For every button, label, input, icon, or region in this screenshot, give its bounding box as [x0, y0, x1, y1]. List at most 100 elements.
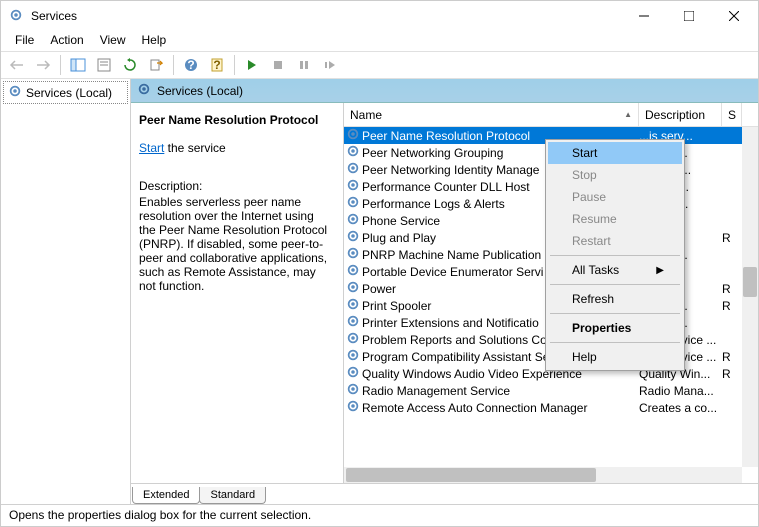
- ctx-separator: [550, 255, 680, 256]
- vertical-scroll-thumb[interactable]: [743, 267, 757, 297]
- start-service-button[interactable]: [240, 53, 264, 77]
- context-menu: Start Stop Pause Resume Restart All Task…: [545, 139, 685, 371]
- horizontal-scroll-thumb[interactable]: [346, 468, 596, 482]
- ctx-separator: [550, 313, 680, 314]
- help-topics-button[interactable]: ?: [205, 53, 229, 77]
- column-header-description[interactable]: Description: [639, 103, 722, 126]
- service-status-cell: R: [722, 299, 742, 313]
- toolbar-separator: [173, 55, 174, 75]
- detail-panel: Peer Name Resolution Protocol Start the …: [131, 103, 344, 483]
- service-gear-icon: [346, 263, 362, 280]
- service-gear-icon: [346, 314, 362, 331]
- service-gear-icon: [346, 212, 362, 229]
- ctx-restart[interactable]: Restart: [548, 230, 682, 252]
- service-status-cell: R: [722, 231, 742, 245]
- service-gear-icon: [346, 348, 362, 365]
- help-button[interactable]: ?: [179, 53, 203, 77]
- menu-help[interactable]: Help: [134, 31, 175, 51]
- menu-bar: File Action View Help: [1, 31, 758, 51]
- column-header-status[interactable]: S: [722, 103, 742, 126]
- service-gear-icon: [346, 178, 362, 195]
- services-tree-icon: [8, 84, 22, 101]
- column-status-label: S: [728, 108, 736, 122]
- toolbar-separator: [60, 55, 61, 75]
- status-bar: Opens the properties dialog box for the …: [1, 504, 758, 526]
- column-desc-label: Description: [645, 108, 705, 122]
- description-text: Enables serverless peer name resolution …: [139, 195, 333, 293]
- start-service-link[interactable]: Start: [139, 141, 164, 155]
- svg-text:?: ?: [187, 58, 194, 72]
- refresh-button[interactable]: [118, 53, 142, 77]
- tabs-bar: Extended Standard: [131, 483, 758, 504]
- sort-ascending-icon: ▲: [624, 110, 632, 119]
- service-desc-cell: Creates a co...: [639, 401, 722, 415]
- stop-service-button[interactable]: [266, 53, 290, 77]
- service-gear-icon: [346, 365, 362, 382]
- export-list-button[interactable]: [144, 53, 168, 77]
- ctx-all-tasks-label: All Tasks: [572, 263, 619, 277]
- service-gear-icon: [346, 246, 362, 263]
- ctx-resume[interactable]: Resume: [548, 208, 682, 230]
- minimize-button[interactable]: [621, 2, 666, 30]
- forward-button[interactable]: [31, 53, 55, 77]
- service-gear-icon: [346, 195, 362, 212]
- title-bar: Services: [1, 1, 758, 31]
- service-gear-icon: [346, 331, 362, 348]
- service-gear-icon: [346, 280, 362, 297]
- menu-action[interactable]: Action: [42, 31, 91, 51]
- tab-standard[interactable]: Standard: [199, 487, 266, 504]
- close-button[interactable]: [711, 2, 756, 30]
- pane-header: Services (Local): [131, 79, 758, 103]
- service-status-cell: R: [722, 367, 742, 381]
- service-gear-icon: [346, 229, 362, 246]
- tree-pane: Services (Local): [1, 79, 131, 504]
- services-app-icon: [9, 8, 25, 24]
- menu-file[interactable]: File: [7, 31, 42, 51]
- column-header-name[interactable]: Name ▲: [344, 103, 639, 126]
- toolbar-separator: [234, 55, 235, 75]
- service-gear-icon: [346, 161, 362, 178]
- list-header: Name ▲ Description S: [344, 103, 758, 127]
- service-name-cell: Remote Access Auto Connection Manager: [362, 401, 639, 415]
- ctx-help[interactable]: Help: [548, 346, 682, 368]
- show-hide-tree-button[interactable]: [66, 53, 90, 77]
- service-name-cell: Radio Management Service: [362, 384, 639, 398]
- window-title: Services: [31, 9, 621, 23]
- back-button[interactable]: [5, 53, 29, 77]
- horizontal-scrollbar[interactable]: [344, 467, 742, 483]
- maximize-button[interactable]: [666, 2, 711, 30]
- service-row[interactable]: Radio Management ServiceRadio Mana...: [344, 382, 758, 399]
- service-gear-icon: [346, 127, 362, 144]
- menu-view[interactable]: View: [92, 31, 134, 51]
- properties-button[interactable]: [92, 53, 116, 77]
- tab-extended[interactable]: Extended: [132, 487, 200, 504]
- service-row[interactable]: Remote Access Auto Connection ManagerCre…: [344, 399, 758, 416]
- ctx-properties[interactable]: Properties: [548, 317, 682, 339]
- toolbar: ? ?: [1, 51, 758, 79]
- ctx-separator: [550, 284, 680, 285]
- tree-root-item[interactable]: Services (Local): [3, 81, 128, 104]
- column-name-label: Name: [350, 108, 382, 122]
- service-gear-icon: [346, 297, 362, 314]
- ctx-separator: [550, 342, 680, 343]
- ctx-all-tasks[interactable]: All Tasks ▶: [548, 259, 682, 281]
- start-service-tail: the service: [164, 141, 225, 155]
- tree-root-label: Services (Local): [26, 86, 112, 100]
- ctx-stop[interactable]: Stop: [548, 164, 682, 186]
- start-service-line: Start the service: [139, 141, 333, 155]
- selected-service-name: Peer Name Resolution Protocol: [139, 113, 333, 127]
- ctx-start[interactable]: Start: [548, 142, 682, 164]
- service-gear-icon: [346, 399, 362, 416]
- service-desc-cell: Radio Mana...: [639, 384, 722, 398]
- pane-header-title: Services (Local): [157, 84, 243, 98]
- services-header-icon: [137, 82, 151, 99]
- service-status-cell: R: [722, 282, 742, 296]
- ctx-pause[interactable]: Pause: [548, 186, 682, 208]
- pause-service-button[interactable]: [292, 53, 316, 77]
- service-gear-icon: [346, 144, 362, 161]
- restart-service-button[interactable]: [318, 53, 342, 77]
- ctx-refresh[interactable]: Refresh: [548, 288, 682, 310]
- service-status-cell: R: [722, 350, 742, 364]
- vertical-scrollbar[interactable]: [742, 127, 758, 467]
- description-label: Description:: [139, 179, 333, 193]
